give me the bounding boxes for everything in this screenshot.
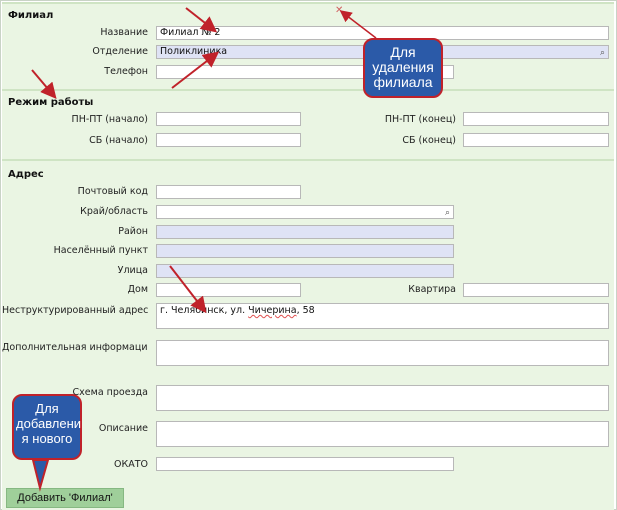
department-label: Отделение: [92, 46, 148, 57]
district-label: Район: [118, 226, 148, 237]
extra-info-label: Дополнительная информаци: [2, 342, 148, 353]
delete-callout: Для удаления филиала: [363, 38, 443, 98]
name-label: Название: [100, 27, 148, 38]
route-label: Схема проезда: [72, 387, 148, 398]
region-input[interactable]: ⌕: [156, 205, 454, 219]
description-label: Описание: [98, 423, 148, 434]
street-input[interactable]: [156, 264, 454, 278]
region-label: Край/область: [80, 206, 148, 217]
sat-start-label: СБ (начало): [89, 135, 148, 146]
okato-input[interactable]: [156, 457, 454, 471]
branch-section-title: Филиал: [8, 10, 54, 21]
close-x-icon[interactable]: ✕: [335, 5, 343, 16]
weekday-start-label: ПН-ПТ (начало): [71, 114, 148, 125]
address-section-title: Адрес: [8, 169, 44, 180]
apartment-input[interactable]: [463, 283, 609, 297]
add-callout: Для добавлени я нового: [12, 394, 82, 460]
phone-label: Телефон: [104, 66, 148, 77]
postal-code-label: Почтовый код: [77, 186, 148, 197]
unstructured-address-label: Неструктурированный адрес: [2, 305, 149, 316]
schedule-section: Режим работы ПН-ПТ (начало) ПН-ПТ (конец…: [2, 89, 614, 159]
description-input[interactable]: [156, 421, 609, 447]
route-input[interactable]: [156, 385, 609, 411]
extra-info-input[interactable]: [156, 340, 609, 366]
weekday-end-label: ПН-ПТ (конец): [384, 114, 456, 125]
house-label: Дом: [127, 284, 148, 295]
apartment-label: Квартира: [408, 284, 456, 295]
postal-code-input[interactable]: [156, 185, 301, 199]
address-section: Адрес Почтовый код Край/область ⌕ Район …: [2, 159, 614, 510]
district-input[interactable]: [156, 225, 454, 239]
locality-label: Населённый пункт: [53, 245, 148, 256]
sat-start-input[interactable]: [156, 133, 301, 147]
street-label: Улица: [117, 265, 148, 276]
weekday-start-input[interactable]: [156, 112, 301, 126]
house-input[interactable]: [156, 283, 301, 297]
magnifier-icon[interactable]: ⌕: [600, 47, 605, 58]
branch-section: Филиал Название Филиал № 2 Отделение Пол…: [2, 2, 614, 89]
schedule-section-title: Режим работы: [8, 97, 94, 108]
sat-end-label: СБ (конец): [402, 135, 456, 146]
unstructured-address-input[interactable]: г. Челябинск, ул. Чичерина, 58: [156, 303, 609, 329]
sat-end-input[interactable]: [463, 133, 609, 147]
magnifier-icon[interactable]: ⌕: [445, 207, 450, 218]
okato-label: ОКАТО: [113, 459, 148, 470]
add-branch-button[interactable]: Добавить 'Филиал': [6, 488, 124, 508]
locality-input[interactable]: [156, 244, 454, 258]
weekday-end-input[interactable]: [463, 112, 609, 126]
